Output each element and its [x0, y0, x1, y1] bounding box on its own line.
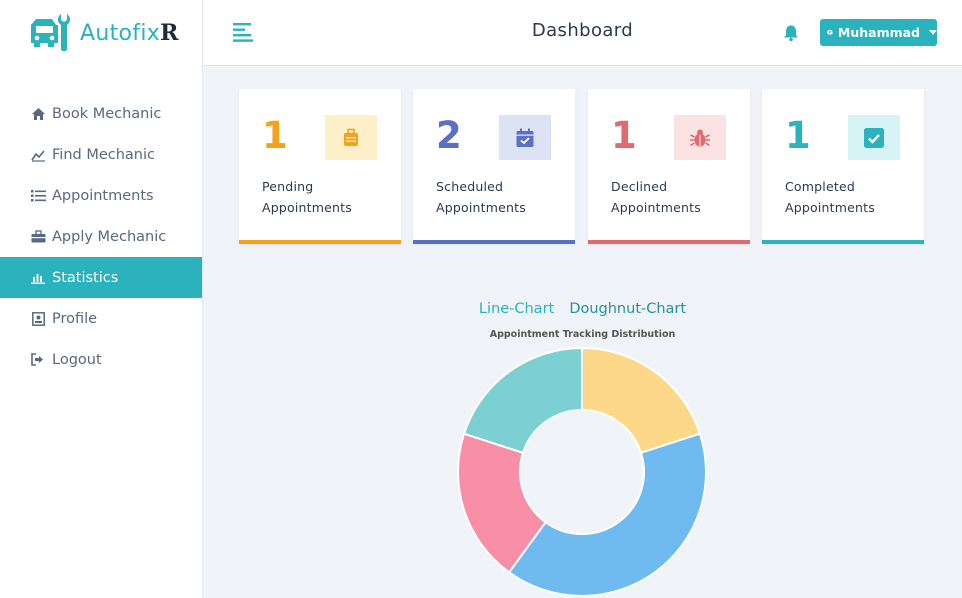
brand-name-suffix: R	[160, 20, 179, 46]
doughnut-slice-pending[interactable]	[581, 346, 702, 455]
toolbox-icon	[30, 229, 46, 245]
bar-chart-icon	[30, 270, 46, 286]
sidebar-item-apply-mechanic[interactable]: Apply Mechanic	[0, 216, 202, 257]
stat-card-completed: 1 Completed Appointments	[762, 89, 924, 244]
stat-label: Completed Appointments	[785, 176, 875, 218]
check-square-icon	[848, 115, 900, 160]
stat-label-line1: Declined	[611, 179, 668, 194]
card-accent-bar	[413, 240, 575, 244]
bug-icon	[674, 115, 726, 160]
card-accent-bar	[239, 240, 401, 244]
stat-card-pending: 1 Pending Appointments	[239, 89, 401, 244]
sidebar-item-book-mechanic[interactable]: Book Mechanic	[0, 93, 202, 134]
stat-label-line2: Appointments	[262, 200, 352, 215]
stat-label-line1: Scheduled	[436, 179, 504, 194]
stat-count: 1	[611, 114, 637, 157]
stat-label-line1: Completed	[785, 179, 855, 194]
chart-title: Appointment Tracking Distribution	[489, 329, 676, 340]
sidebar-item-logout[interactable]: Logout	[0, 339, 202, 380]
stat-count: 2	[436, 114, 462, 157]
sidebar-item-statistics[interactable]: Statistics	[0, 257, 202, 298]
brand-logo[interactable]: AutofixR	[0, 0, 202, 66]
stat-label-line2: Appointments	[436, 200, 526, 215]
sidebar-nav: Book Mechanic Find Mechanic Appointments…	[0, 93, 202, 380]
stat-count: 1	[262, 114, 288, 157]
sidebar-item-label: Find Mechanic	[52, 146, 155, 163]
user-menu-button[interactable]: Muhammad	[820, 19, 937, 46]
user-circle-icon	[827, 29, 833, 36]
stat-label: Declined Appointments	[611, 176, 701, 218]
stat-label-line2: Appointments	[785, 200, 875, 215]
sidebar-item-appointments[interactable]: Appointments	[0, 175, 202, 216]
doughnut-chart	[457, 346, 707, 597]
stat-count: 1	[785, 114, 811, 157]
chart-tabs: Line-Chart Doughnut-Chart	[0, 298, 962, 317]
card-accent-bar	[588, 240, 750, 244]
sidebar-item-label: Book Mechanic	[52, 105, 162, 122]
list-icon	[30, 188, 46, 204]
calendar-check-icon	[499, 115, 551, 160]
top-header: Dashboard Muhammad	[203, 0, 962, 66]
stat-label-line1: Pending	[262, 179, 314, 194]
sidebar-item-find-mechanic[interactable]: Find Mechanic	[0, 134, 202, 175]
car-wrench-logo-icon	[31, 14, 71, 52]
tab-doughnut-chart[interactable]: Doughnut-Chart	[569, 301, 686, 317]
tab-line-chart[interactable]: Line-Chart	[479, 301, 554, 317]
home-icon	[30, 106, 46, 122]
chart-line-icon	[30, 147, 46, 163]
stat-label: Scheduled Appointments	[436, 176, 526, 218]
brand-name-prefix: Autofix	[80, 21, 161, 46]
user-name: Muhammad	[837, 25, 920, 40]
chevron-down-icon	[929, 30, 937, 35]
doughnut-slice-completed[interactable]	[462, 346, 583, 455]
sign-out-icon	[30, 352, 46, 368]
card-accent-bar	[762, 240, 924, 244]
stat-label-line2: Appointments	[611, 200, 701, 215]
sidebar-item-label: Statistics	[52, 269, 119, 286]
suitcase-icon	[325, 115, 377, 160]
brand-name: AutofixR	[80, 20, 179, 46]
bell-icon[interactable]	[782, 24, 800, 42]
stat-label: Pending Appointments	[262, 176, 352, 218]
sidebar-item-label: Logout	[52, 351, 102, 368]
stat-card-declined: 1 Declined Appointments	[588, 89, 750, 244]
doughnut-slice-scheduled[interactable]	[507, 432, 707, 597]
stat-card-scheduled: 2 Scheduled Appointments	[413, 89, 575, 244]
sidebar-item-label: Apply Mechanic	[52, 228, 167, 245]
sidebar-item-label: Appointments	[52, 187, 154, 204]
